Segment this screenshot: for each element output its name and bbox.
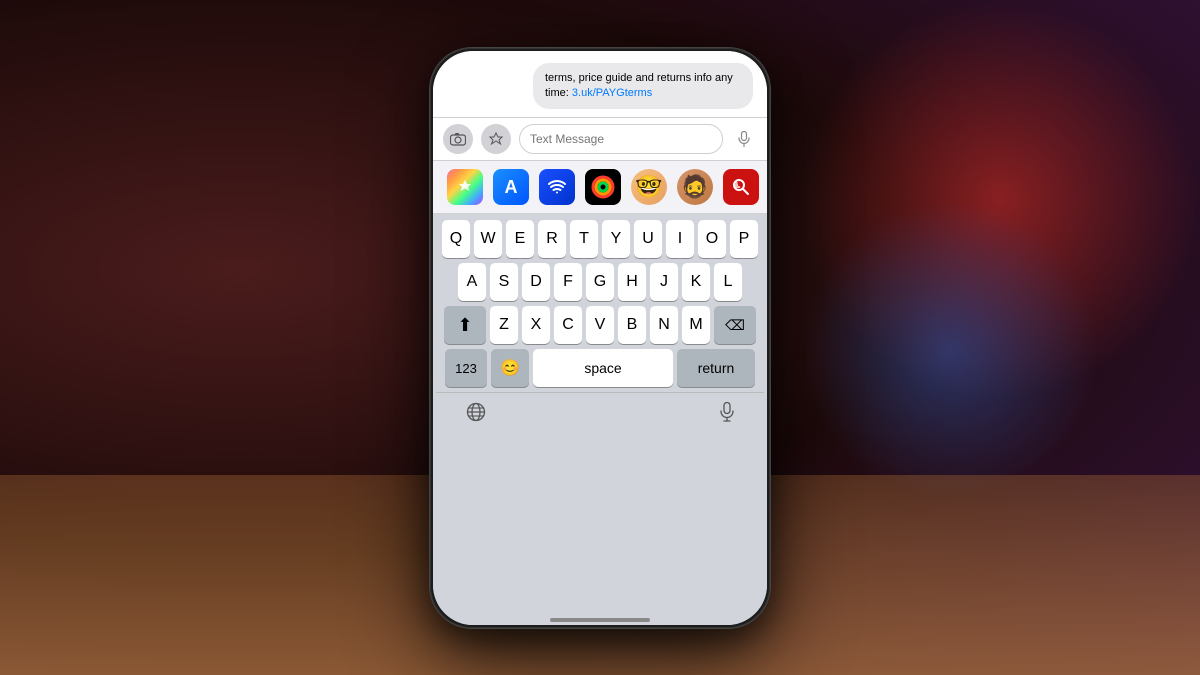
shift-key[interactable]: ⬆: [444, 306, 486, 344]
key-T[interactable]: T: [570, 220, 598, 258]
keyboard-row-4: 123 😊 space return: [436, 349, 764, 387]
message-link[interactable]: 3.uk/PAYGterms: [572, 87, 652, 99]
message-bubble: terms, price guide and returns info any …: [533, 63, 753, 110]
return-key[interactable]: return: [677, 349, 755, 387]
key-K[interactable]: K: [682, 263, 710, 301]
microphone-button[interactable]: [731, 126, 757, 152]
key-N[interactable]: N: [650, 306, 678, 344]
message-area: terms, price guide and returns info any …: [433, 51, 767, 119]
microphone-icon: [738, 131, 750, 147]
photos-icon: [454, 176, 476, 198]
phone-screen: terms, price guide and returns info any …: [433, 51, 767, 625]
camera-icon: [450, 132, 466, 146]
key-L[interactable]: L: [714, 263, 742, 301]
input-bar: [433, 118, 767, 161]
emoji-key[interactable]: 😊: [491, 349, 529, 387]
key-O[interactable]: O: [698, 220, 726, 258]
memoji1-emoji: 🤓: [635, 174, 662, 200]
app-icon-shazam[interactable]: [539, 169, 575, 205]
key-X[interactable]: X: [522, 306, 550, 344]
background-blur-blue: [800, 200, 1100, 500]
key-Z[interactable]: Z: [490, 306, 518, 344]
keyboard-row-3: ⬆ Z X C V B N M ⌫: [436, 306, 764, 344]
app-icon-memoji1[interactable]: 🤓: [631, 169, 667, 205]
key-J[interactable]: J: [650, 263, 678, 301]
key-D[interactable]: D: [522, 263, 550, 301]
app-icon-photos[interactable]: [447, 169, 483, 205]
dictation-icon: [720, 402, 734, 422]
bottom-system-bar: [436, 392, 764, 436]
key-Y[interactable]: Y: [602, 220, 630, 258]
iphone: terms, price guide and returns info any …: [430, 48, 770, 628]
key-U[interactable]: U: [634, 220, 662, 258]
key-V[interactable]: V: [586, 306, 614, 344]
appstore-icon: [488, 131, 504, 147]
app-icon-memoji2[interactable]: 🧔: [677, 169, 713, 205]
globe-icon: [466, 402, 486, 422]
key-E[interactable]: E: [506, 220, 534, 258]
key-H[interactable]: H: [618, 263, 646, 301]
space-key[interactable]: space: [533, 349, 673, 387]
key-C[interactable]: C: [554, 306, 582, 344]
message-input[interactable]: [519, 124, 723, 154]
appstore-button[interactable]: [481, 124, 511, 154]
home-indicator: [550, 618, 650, 622]
app-icon-appstore[interactable]: A: [493, 169, 529, 205]
lookup-icon: [730, 176, 752, 198]
appstore-letter: A: [505, 177, 518, 198]
key-P[interactable]: P: [730, 220, 758, 258]
dictation-button[interactable]: [720, 402, 734, 427]
key-S[interactable]: S: [490, 263, 518, 301]
key-M[interactable]: M: [682, 306, 710, 344]
key-B[interactable]: B: [618, 306, 646, 344]
delete-key[interactable]: ⌫: [714, 306, 756, 344]
shazam-icon: [546, 176, 568, 198]
key-G[interactable]: G: [586, 263, 614, 301]
key-I[interactable]: I: [666, 220, 694, 258]
keyboard-row-2: A S D F G H J K L: [436, 263, 764, 301]
keyboard-row-1: Q W E R T Y U I O P: [436, 220, 764, 258]
memoji2-emoji: 🧔: [681, 174, 708, 200]
key-R[interactable]: R: [538, 220, 566, 258]
globe-button[interactable]: [466, 402, 486, 427]
activity-icon: [590, 174, 616, 200]
camera-button[interactable]: [443, 124, 473, 154]
key-A[interactable]: A: [458, 263, 486, 301]
app-icon-lookup[interactable]: [723, 169, 759, 205]
key-F[interactable]: F: [554, 263, 582, 301]
key-123[interactable]: 123: [445, 349, 487, 387]
phone-container: terms, price guide and returns info any …: [430, 48, 770, 628]
key-Q[interactable]: Q: [442, 220, 470, 258]
key-W[interactable]: W: [474, 220, 502, 258]
keyboard: Q W E R T Y U I O P A S D F G: [433, 214, 767, 624]
app-icon-activity[interactable]: [585, 169, 621, 205]
app-strip: A: [433, 161, 767, 214]
